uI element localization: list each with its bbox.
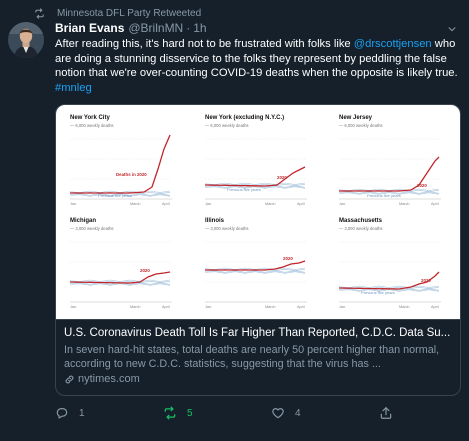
card-text: U.S. Coronavirus Death Toll Is Far Highe…: [56, 319, 460, 395]
x-tick-label: Jan.: [70, 305, 78, 309]
retweet-icon: [164, 406, 176, 420]
x-tick-label: April: [431, 202, 439, 206]
baseline-series-line: [205, 182, 306, 185]
chart-panel: New York City — 6,000 weekly deaths Deaths…: [70, 115, 178, 209]
baseline-series-line: [70, 279, 171, 282]
baseline-series-line: [205, 271, 306, 274]
panel-chart: 2020 Previous five years: [339, 241, 441, 303]
series-2020-label: 2020: [417, 183, 427, 188]
author-handle[interactable]: @BrilnMN: [128, 21, 183, 35]
tweet-time[interactable]: 1h: [193, 21, 206, 35]
baseline-label: Previous five years: [361, 290, 395, 295]
tweet-header: Brian Evans @BrilnMN · 1h: [55, 21, 207, 35]
panel-subtitle: — 6,000 weekly deaths: [339, 123, 383, 128]
retweet-header: Minnesota DFL Party Retweeted: [34, 6, 201, 20]
series-2020-label: 2020: [277, 175, 287, 180]
x-tick-label: March: [399, 305, 410, 309]
like-count: 4: [295, 407, 301, 419]
panel-title: Massachusetts: [339, 218, 383, 224]
share-button[interactable]: [379, 406, 403, 420]
panel-chart: 2020 Previous five years: [205, 138, 307, 200]
panel-title: Illinois: [205, 218, 225, 224]
retweet-icon: [35, 7, 44, 19]
x-tick-label: March: [130, 202, 141, 206]
panel-subtitle: — 3,000 weekly deaths: [339, 226, 383, 231]
reply-count: 1: [79, 407, 85, 419]
x-tick-label: April: [297, 202, 305, 206]
x-tick-label: April: [162, 305, 170, 309]
tweet-text-part: After reading this, it's hard not to be …: [55, 38, 354, 50]
like-button[interactable]: 4: [271, 406, 301, 420]
link-card[interactable]: New York City — 6,000 weekly deaths Deaths…: [55, 104, 461, 396]
baseline-label: Previous five years: [98, 193, 132, 198]
chart-panel: Michigan — 3,000 weekly deaths 2020 Jan. Mar…: [70, 218, 178, 312]
reply-icon: [56, 408, 68, 419]
panel-chart: 2020 Previous five years: [339, 138, 441, 200]
chevron-down-icon[interactable]: [447, 24, 457, 34]
x-tick-label: March: [399, 202, 410, 206]
x-tick-label: April: [431, 305, 439, 309]
panel-subtitle: — 3,000 weekly deaths: [205, 226, 249, 231]
series-2020-line: [70, 134, 171, 194]
x-tick-label: Jan.: [339, 305, 347, 309]
card-domain: nytimes.com: [64, 373, 452, 385]
x-tick-label: March: [265, 202, 276, 206]
x-tick-label: Jan.: [205, 305, 213, 309]
share-icon: [380, 407, 392, 419]
panel-subtitle: — 6,000 weekly deaths: [70, 123, 114, 128]
panel-chart: Deaths in 2020 Previous five years: [70, 134, 172, 200]
mention-link[interactable]: @drscottjensen: [354, 38, 432, 50]
retweet-button[interactable]: 5: [163, 406, 193, 420]
hashtag-link[interactable]: #mnleg: [55, 82, 92, 94]
panel-title: New Jersey: [339, 115, 373, 121]
separator-dot: ·: [186, 21, 191, 35]
author-name[interactable]: Brian Evans: [55, 21, 124, 35]
panel-title: Michigan: [70, 218, 97, 224]
avatar-image: [8, 22, 44, 58]
action-bar: 1 5 4: [55, 406, 435, 422]
x-tick-label: March: [265, 305, 276, 309]
chart-panel: Illinois — 3,000 weekly deaths 2020 Jan. Mar…: [205, 218, 313, 312]
panel-title: New York (excluding N.Y.C.): [205, 115, 285, 121]
panel-chart: 2020: [205, 241, 307, 303]
series-2020-label: 2020: [421, 278, 431, 283]
card-image: New York City — 6,000 weekly deaths Deaths…: [56, 105, 460, 319]
panel-subtitle: — 3,000 weekly deaths: [70, 226, 114, 231]
series-2020-line: [205, 166, 306, 187]
card-domain-text: nytimes.com: [78, 373, 140, 385]
series-2020-label: 2020: [140, 268, 150, 273]
panel-subtitle: — 6,000 weekly deaths: [205, 123, 249, 128]
card-description: In seven hard-hit states, total deaths a…: [64, 344, 440, 370]
series-2020-label: Deaths in 2020: [116, 172, 147, 177]
heart-icon: [272, 408, 284, 419]
x-tick-label: Jan.: [339, 202, 347, 206]
link-icon: [65, 375, 74, 383]
x-tick-label: March: [130, 305, 141, 309]
x-tick-label: April: [162, 202, 170, 206]
x-tick-label: Jan.: [205, 202, 213, 206]
tweet-text: After reading this, it's hard not to be …: [55, 37, 459, 95]
reply-button[interactable]: 1: [55, 406, 85, 420]
avatar[interactable]: [8, 22, 44, 58]
retweet-label[interactable]: Minnesota DFL Party Retweeted: [57, 8, 201, 19]
x-tick-label: April: [297, 305, 305, 309]
baseline-series-line: [70, 283, 171, 286]
baseline-label: Previous five years: [227, 187, 261, 192]
chart-panel: Massachusetts — 3,000 weekly deaths 2020 Pr…: [339, 218, 447, 312]
baseline-series-line: [339, 285, 440, 288]
baseline-label: Previous five years: [367, 193, 401, 198]
panel-title: New York City: [70, 115, 110, 121]
chart-panel: New Jersey — 6,000 weekly deaths 2020 Previ…: [339, 115, 447, 209]
x-tick-label: Jan.: [70, 202, 78, 206]
chart-panel: New York (excluding N.Y.C.) — 6,000 weekl…: [205, 115, 313, 209]
series-2020-label: 2020: [283, 256, 293, 261]
retweet-count: 5: [187, 407, 193, 419]
panel-chart: 2020: [70, 241, 172, 303]
card-title: U.S. Coronavirus Death Toll Is Far Highe…: [64, 327, 451, 339]
